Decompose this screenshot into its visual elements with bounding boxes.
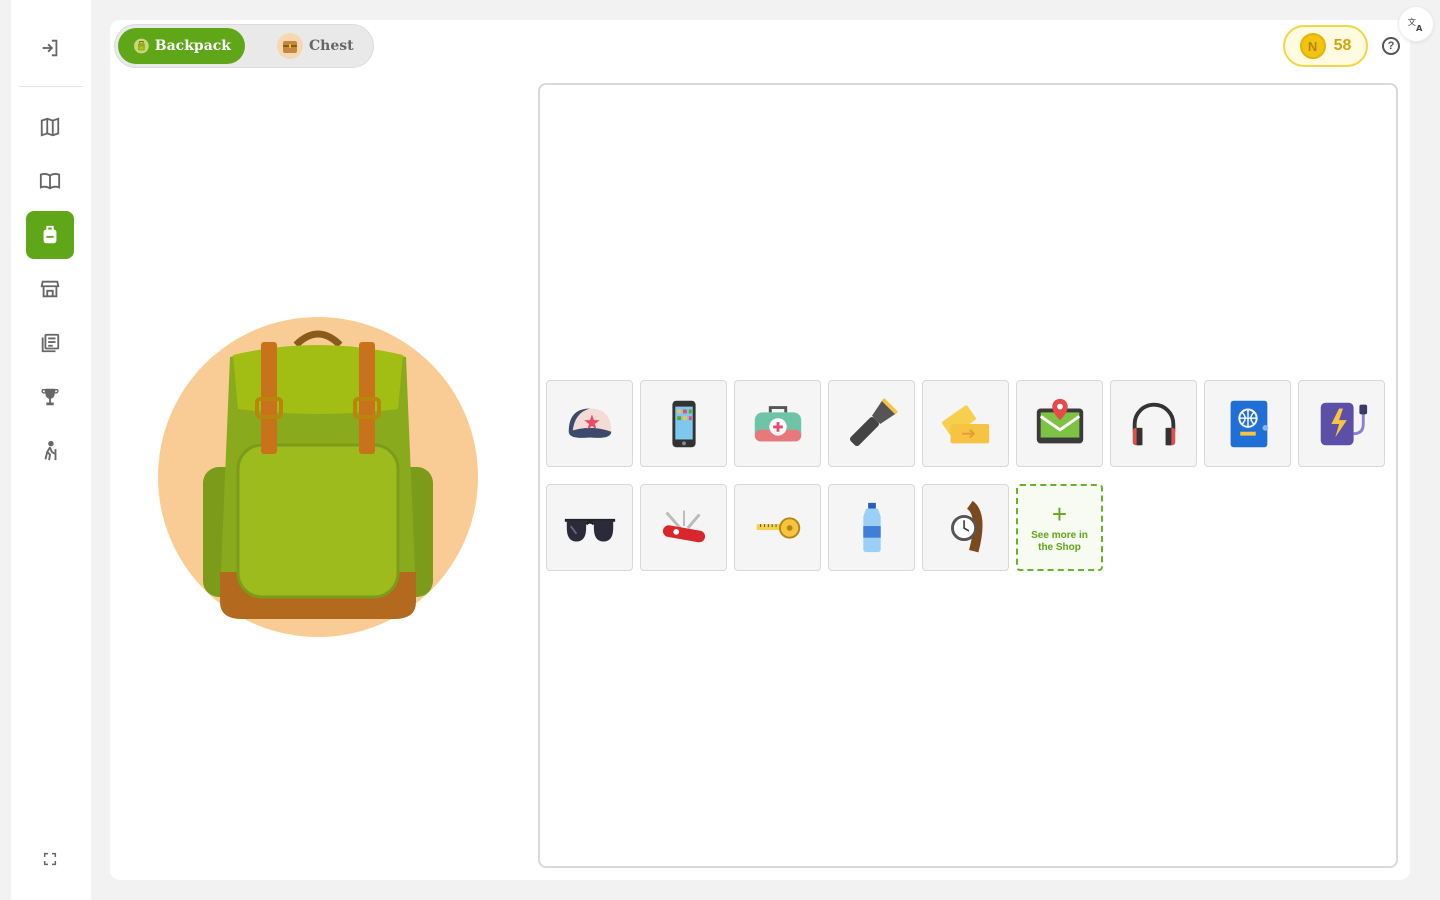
flashlight-icon <box>849 397 898 446</box>
water-bottle-item[interactable] <box>828 484 915 571</box>
see-more-shop-label: See more in the Shop <box>1031 529 1088 553</box>
tickets-icon <box>941 404 989 443</box>
tickets-item[interactable] <box>922 380 1009 467</box>
watch-item[interactable] <box>922 484 1009 571</box>
logout-icon[interactable] <box>26 24 74 72</box>
map-icon[interactable] <box>26 103 74 151</box>
svg-text:A: A <box>1416 23 1423 33</box>
cap-icon <box>568 408 611 438</box>
library-icon[interactable] <box>26 319 74 367</box>
shop-icon[interactable] <box>26 265 74 313</box>
translate-icon: 文A <box>1408 17 1423 33</box>
flashlight-item[interactable] <box>828 380 915 467</box>
first-aid-kit-icon <box>754 405 801 441</box>
backpack-nav-button[interactable] <box>26 211 74 259</box>
water-bottle-icon <box>862 502 881 552</box>
see-more-shop-button[interactable]: + See more in the Shop <box>1016 484 1103 571</box>
map-tablet-icon <box>1036 398 1083 443</box>
sunglasses-icon <box>564 518 615 542</box>
smartphone-icon <box>671 400 696 447</box>
main-panel: Backpack Chest N 58 ? + See more in the … <box>110 20 1410 880</box>
cap-item[interactable] <box>546 380 633 467</box>
tab-backpack-label: Backpack <box>154 38 231 54</box>
swiss-knife-icon <box>662 510 705 542</box>
map-tablet-item[interactable] <box>1016 380 1103 467</box>
smartphone-item[interactable] <box>640 380 727 467</box>
chest-tab-icon <box>277 33 303 59</box>
fullscreen-icon[interactable] <box>26 835 74 883</box>
tab-chest[interactable]: Chest <box>263 28 368 64</box>
swiss-knife-item[interactable] <box>640 484 727 571</box>
plus-icon: + <box>1051 498 1068 529</box>
tab-chest-label: Chest <box>309 38 354 54</box>
first-aid-kit-item[interactable] <box>734 380 821 467</box>
hiker-icon[interactable] <box>26 427 74 475</box>
svg-text:文: 文 <box>1408 17 1416 27</box>
backpack-image <box>203 330 433 619</box>
passport-item[interactable] <box>1204 380 1291 467</box>
backpack-tab-icon <box>134 38 149 54</box>
power-bank-icon <box>1320 402 1367 445</box>
headphones-icon <box>1132 402 1175 445</box>
items-board: + See more in the Shop <box>538 83 1398 868</box>
measuring-tape-icon <box>756 516 800 539</box>
book-icon[interactable] <box>26 157 74 205</box>
help-icon[interactable]: ? <box>1382 37 1400 55</box>
sidebar <box>11 0 91 900</box>
headphones-item[interactable] <box>1110 380 1197 467</box>
passport-icon <box>1230 400 1268 447</box>
coin-count: 58 <box>1333 37 1352 54</box>
trophy-icon[interactable] <box>26 373 74 421</box>
power-bank-item[interactable] <box>1298 380 1385 467</box>
coin-icon: N <box>1299 33 1326 59</box>
coin-balance: N 58 <box>1283 25 1368 67</box>
watch-icon <box>950 500 983 552</box>
sunglasses-item[interactable] <box>546 484 633 571</box>
backpack-icon <box>43 225 57 244</box>
measuring-tape-item[interactable] <box>734 484 821 571</box>
tab-backpack[interactable]: Backpack <box>118 28 245 64</box>
translate-button[interactable]: 文A <box>1398 6 1434 42</box>
sidebar-divider <box>19 86 83 87</box>
inventory-toggle: Backpack Chest <box>114 24 374 68</box>
